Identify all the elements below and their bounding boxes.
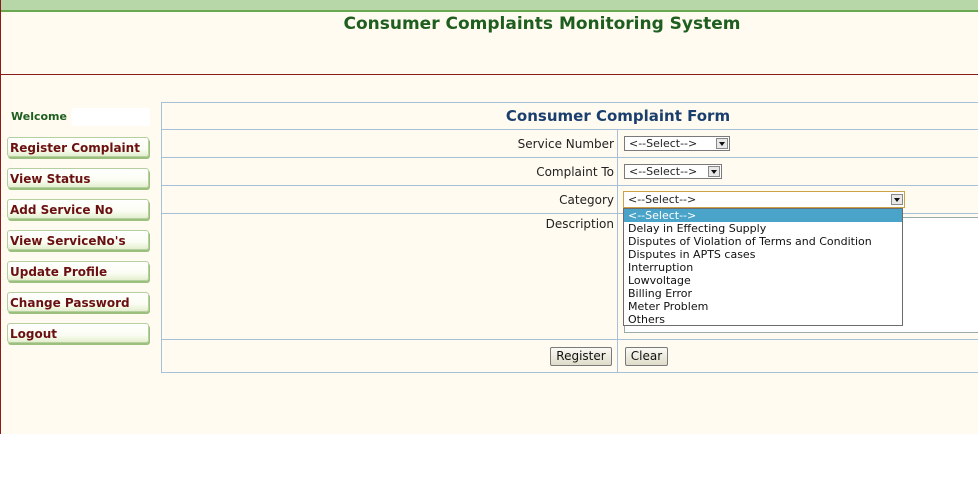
- form-column-divider: [617, 129, 618, 373]
- nav-view-service-nos[interactable]: View ServiceNo's: [7, 230, 149, 250]
- form-divider: [162, 185, 978, 186]
- app-title: Consumer Complaints Monitoring System: [343, 14, 741, 34]
- top-accent-bar: [1, 0, 978, 12]
- chevron-down-icon[interactable]: [708, 166, 720, 177]
- nav-update-profile[interactable]: Update Profile: [7, 261, 149, 281]
- chevron-down-icon[interactable]: [891, 194, 903, 205]
- form-divider: [162, 129, 978, 130]
- form-title: Consumer Complaint Form: [505, 107, 731, 125]
- welcome-label: Welcome: [7, 108, 150, 126]
- category-option[interactable]: Others: [624, 313, 902, 326]
- nav-change-password[interactable]: Change Password: [7, 292, 149, 312]
- category-option[interactable]: Billing Error: [624, 287, 902, 300]
- complaint-to-value: <--Select-->: [629, 165, 698, 178]
- category-option[interactable]: Interruption: [624, 261, 902, 274]
- category-option[interactable]: Meter Problem: [624, 300, 902, 313]
- clear-button[interactable]: Clear: [625, 347, 668, 366]
- category-option[interactable]: Delay in Effecting Supply: [624, 222, 902, 235]
- service-number-value: <--Select-->: [629, 137, 698, 150]
- category-value: <--Select-->: [628, 193, 697, 206]
- category-option[interactable]: Lowvoltage: [624, 274, 902, 287]
- page-background: Consumer Complaints Monitoring System We…: [0, 0, 978, 434]
- complaint-to-select[interactable]: <--Select-->: [624, 164, 722, 179]
- category-select[interactable]: <--Select-->: [623, 191, 905, 208]
- category-dropdown-list: <--Select--> Delay in Effecting Supply D…: [623, 208, 903, 326]
- nav-view-status[interactable]: View Status: [7, 168, 149, 188]
- register-button[interactable]: Register: [550, 347, 612, 366]
- service-number-label: Service Number: [517, 137, 614, 151]
- category-option[interactable]: <--Select-->: [624, 209, 902, 222]
- nav-register-complaint[interactable]: Register Complaint: [7, 137, 149, 157]
- category-option[interactable]: Disputes in APTS cases: [624, 248, 902, 261]
- chevron-down-icon[interactable]: [716, 138, 728, 149]
- form-divider: [162, 339, 978, 340]
- nav-add-service-no[interactable]: Add Service No: [7, 199, 149, 219]
- header-divider: [1, 74, 978, 75]
- nav-logout[interactable]: Logout: [7, 323, 149, 343]
- service-number-select[interactable]: <--Select-->: [624, 136, 730, 151]
- complaint-to-label: Complaint To: [536, 165, 614, 179]
- form-divider: [162, 157, 978, 158]
- category-label: Category: [559, 193, 614, 207]
- category-option[interactable]: Disputes of Violation of Terms and Condi…: [624, 235, 902, 248]
- description-label: Description: [545, 217, 614, 231]
